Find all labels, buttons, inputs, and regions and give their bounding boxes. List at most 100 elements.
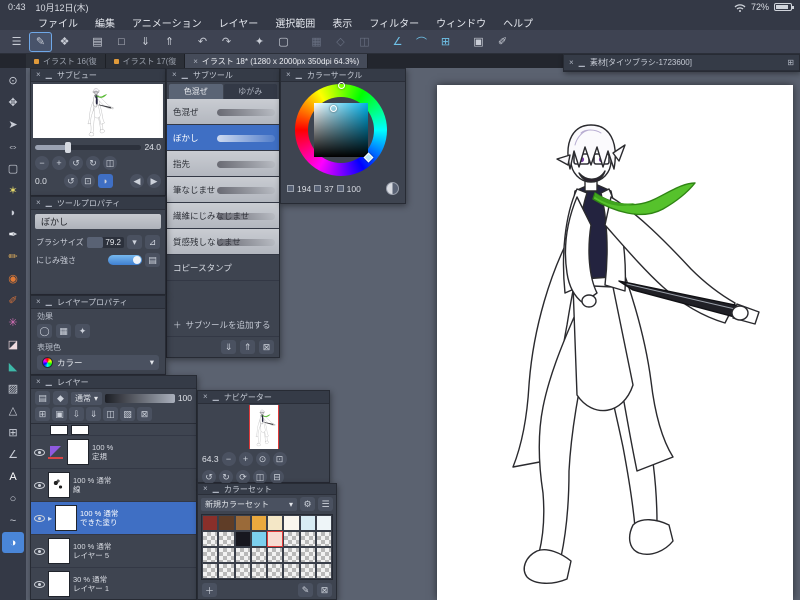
layer-visibility-eye-icon[interactable] xyxy=(34,481,45,489)
hue-marker[interactable] xyxy=(338,82,345,89)
zoom-out-icon[interactable]: − xyxy=(221,452,236,466)
eraser-tool[interactable]: ◪ xyxy=(2,334,24,355)
color-mode-toggle-icon[interactable] xyxy=(386,182,399,195)
zoom-out-icon[interactable]: − xyxy=(35,156,49,170)
close-icon[interactable]: × xyxy=(36,199,41,207)
color-swatch[interactable] xyxy=(267,531,284,547)
snap-grid-icon[interactable]: ⊞ xyxy=(434,32,457,52)
brush-size-spinner-icon[interactable]: ▾ xyxy=(127,235,142,249)
layer-thumbnail[interactable] xyxy=(48,538,70,564)
color-swatch[interactable] xyxy=(202,515,219,531)
clip-to-below-icon[interactable]: ◆ xyxy=(53,391,68,405)
strength-slider[interactable] xyxy=(108,255,142,265)
close-icon[interactable]: × xyxy=(203,393,208,401)
reset-rotation-icon[interactable]: ↺ xyxy=(63,174,78,188)
figure-tool[interactable]: △ xyxy=(2,400,24,421)
color-swatch[interactable] xyxy=(299,515,316,531)
brush-size-slider[interactable]: 79.2 xyxy=(86,236,124,248)
close-icon[interactable]: × xyxy=(36,378,41,386)
snap-ruler-icon[interactable]: ∠ xyxy=(386,32,409,52)
pressure-settings-icon[interactable]: ⊿ xyxy=(145,235,160,249)
open-file-icon[interactable]: □ xyxy=(110,32,133,52)
export-subtool-icon[interactable]: ⇑ xyxy=(240,340,255,354)
color-swatch[interactable] xyxy=(315,547,332,563)
minimize-icon[interactable]: ▁ xyxy=(46,199,52,207)
color-swatch[interactable] xyxy=(202,563,219,579)
airbrush-tool[interactable]: ◉ xyxy=(2,268,24,289)
color-swatch[interactable] xyxy=(218,531,235,547)
menu-item[interactable]: ヘルプ xyxy=(503,15,533,30)
layer-visibility-eye-icon[interactable] xyxy=(34,448,45,456)
color-set-list-icon[interactable]: ☰ xyxy=(318,497,333,511)
navigator-view-frame[interactable] xyxy=(248,405,279,449)
color-swatch[interactable] xyxy=(202,531,219,547)
minimize-icon[interactable]: ▁ xyxy=(46,298,52,306)
main-menu-icon[interactable]: ☰ xyxy=(5,32,28,52)
material-list-icon[interactable]: ⊞ xyxy=(787,58,794,67)
layer-thumbnail[interactable] xyxy=(48,472,70,498)
tab-illust17[interactable]: イラスト 17(復 xyxy=(105,54,186,68)
color-swatch[interactable] xyxy=(218,515,235,531)
text-tool[interactable]: A xyxy=(2,466,24,487)
saturation-value-square[interactable] xyxy=(314,103,374,163)
import-subtool-icon[interactable]: ⇓ xyxy=(221,340,236,354)
correction-tool[interactable]: ~ xyxy=(2,510,24,531)
subtool-tab-ゆがみ[interactable]: ゆがみ xyxy=(223,84,277,99)
merge-layer-icon[interactable]: ⇓ xyxy=(86,407,101,421)
layer-visibility-eye-icon[interactable] xyxy=(34,514,45,522)
layer-thumbnail[interactable] xyxy=(67,439,89,465)
invert-selection-icon[interactable]: ◇ xyxy=(329,32,352,52)
tone-effect-icon[interactable]: ▦ xyxy=(56,324,71,338)
minimize-icon[interactable]: ▁ xyxy=(182,71,188,79)
crop-icon[interactable]: ◫ xyxy=(353,32,376,52)
reset-rotation-icon[interactable]: ⟳ xyxy=(236,470,250,484)
color-swatch[interactable] xyxy=(299,547,316,563)
color-swatch[interactable] xyxy=(234,515,251,531)
operation-tool[interactable]: ➤ xyxy=(2,114,24,135)
balloon-tool[interactable]: ○ xyxy=(2,488,24,509)
strength-settings-icon[interactable]: ▤ xyxy=(145,253,160,267)
deselect-icon[interactable]: ▦ xyxy=(305,32,328,52)
menu-item[interactable]: フィルター xyxy=(369,15,419,30)
auto-eyedropper-icon[interactable]: ◗ xyxy=(97,174,113,188)
edit-mode-icon[interactable]: ✎ xyxy=(29,31,52,52)
menu-item[interactable]: ウィンドウ xyxy=(436,15,486,30)
auto-select-tool[interactable]: ✶ xyxy=(2,180,24,201)
subtool-item[interactable]: 指先 xyxy=(167,151,279,177)
color-set-preset-dropdown[interactable]: 新規カラーセット ▾ xyxy=(201,497,297,511)
tab-close-icon[interactable]: × xyxy=(193,57,198,66)
snap-special-ruler-icon[interactable]: ⌒ xyxy=(410,32,433,52)
color-swatch[interactable] xyxy=(283,515,300,531)
zoom-in-icon[interactable]: + xyxy=(52,156,66,170)
export-icon[interactable]: ⇑ xyxy=(158,32,181,52)
new-folder-icon[interactable]: ▣ xyxy=(52,407,67,421)
layer-row[interactable]: 100 % 定規 xyxy=(31,436,196,469)
tab-illust18-active[interactable]: × イラスト 18* (1280 x 2000px 350dpi 64.3%) xyxy=(185,54,369,68)
layer-thumbnail[interactable] xyxy=(71,424,89,435)
subtool-item[interactable]: コピースタンプ xyxy=(167,255,279,281)
subtool-item[interactable]: 繊維にじみなじませ xyxy=(167,203,279,229)
minimize-icon[interactable]: ▁ xyxy=(213,393,219,401)
color-swatch[interactable] xyxy=(234,547,251,563)
new-layer-icon[interactable]: ⊞ xyxy=(35,407,50,421)
replace-color-icon[interactable]: ✎ xyxy=(298,583,313,597)
transfer-layer-icon[interactable]: ⇩ xyxy=(69,407,84,421)
minimize-icon[interactable]: ▁ xyxy=(46,71,52,79)
subview-zoom-slider[interactable] xyxy=(35,141,142,153)
delete-color-icon[interactable]: ⊠ xyxy=(317,583,332,597)
sv-marker[interactable] xyxy=(330,105,338,113)
quick-access-icon[interactable]: ✐ xyxy=(491,32,514,52)
layer-row[interactable] xyxy=(31,424,196,436)
add-subtool-button[interactable]: ＋ サブツールを追加する xyxy=(167,314,279,336)
menu-item[interactable]: 編集 xyxy=(95,15,115,30)
transform-icon[interactable]: ▢ xyxy=(272,32,295,52)
layer-thumbnail[interactable] xyxy=(55,505,78,531)
close-icon[interactable]: × xyxy=(36,298,41,306)
fit-screen-icon[interactable]: ⊡ xyxy=(272,452,287,466)
color-swatch[interactable] xyxy=(218,547,235,563)
menu-item[interactable]: ファイル xyxy=(38,15,78,30)
subtool-item[interactable]: 筆なじませ xyxy=(167,177,279,203)
menu-item[interactable]: 選択範囲 xyxy=(275,15,315,30)
subtool-tab-色混ぜ[interactable]: 色混ぜ xyxy=(169,84,223,99)
color-swatch[interactable] xyxy=(250,531,267,547)
